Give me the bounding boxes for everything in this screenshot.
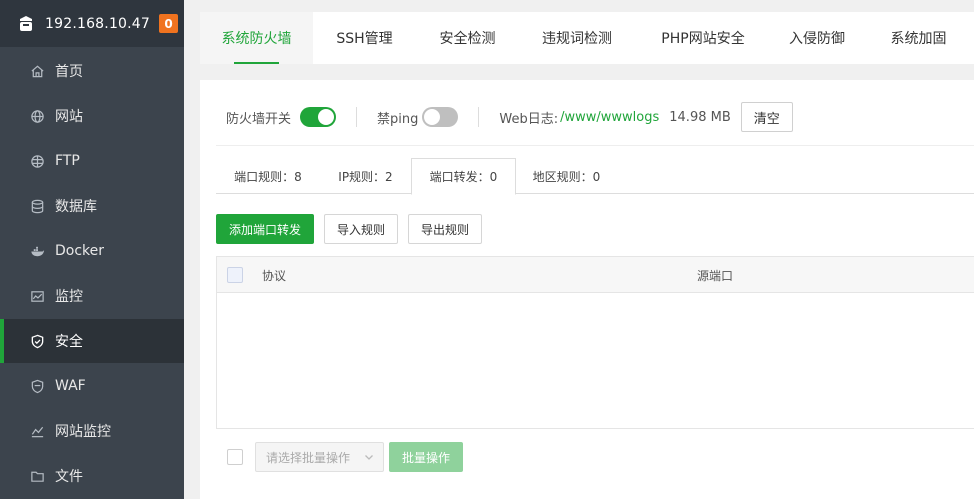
waf-shield-icon: [29, 378, 46, 395]
sidebar-item-label: FTP: [55, 153, 80, 169]
port-forward-table: 协议 源端口: [216, 256, 974, 429]
tab-system-hardening[interactable]: 系统加固: [863, 12, 974, 64]
divider: [356, 107, 358, 127]
import-rules-button[interactable]: 导入规则: [324, 214, 398, 244]
sidebar-item-database[interactable]: 数据库: [0, 184, 184, 228]
sidebar-item-label: 数据库: [55, 199, 97, 215]
chevron-down-icon: [363, 451, 375, 463]
web-log-label: Web日志:: [499, 111, 559, 127]
tab-php-site-security[interactable]: PHP网站安全: [635, 12, 771, 64]
sidebar-item-label: 首页: [55, 64, 83, 80]
sidebar-item-site-monitor[interactable]: 网站监控: [0, 409, 184, 453]
divider: [216, 145, 974, 146]
home-icon: [29, 63, 46, 80]
sidebar-item-label: 网站: [55, 109, 83, 125]
web-log-path-link[interactable]: /www/wwwlogs: [560, 110, 659, 125]
ping-toggle[interactable]: [422, 107, 459, 127]
tab-intrusion-prevention[interactable]: 入侵防御: [771, 12, 863, 64]
batch-select-checkbox[interactable]: [227, 449, 243, 465]
folder-icon: [29, 468, 46, 485]
monitor-chart-icon: [29, 288, 46, 305]
sidebar-item-label: WAF: [55, 378, 86, 394]
firewall-toggle[interactable]: [300, 107, 337, 127]
sidebar-item-label: 文件: [55, 469, 83, 485]
line-chart-icon: [29, 423, 46, 440]
ping-switch-label: 禁ping: [377, 111, 419, 127]
sidebar-item-files[interactable]: 文件: [0, 454, 184, 498]
add-port-forward-button[interactable]: 添加端口转发: [216, 214, 314, 244]
sidebar-item-label: Docker: [55, 243, 105, 259]
column-protocol[interactable]: 协议: [262, 267, 286, 284]
globe-icon: [29, 108, 46, 125]
firewall-panel: 防火墙开关 禁ping Web日志: /www/wwwlogs 14.98 MB…: [200, 80, 974, 499]
sidebar-item-waf[interactable]: WAF: [0, 364, 184, 408]
tab-port-rules[interactable]: 端口规则：8: [216, 158, 320, 194]
sidebar-item-label: 安全: [55, 334, 83, 350]
sidebar-item-website[interactable]: 网站: [0, 94, 184, 138]
sidebar-item-docker[interactable]: Docker: [0, 229, 184, 273]
sidebar: 192.168.10.47 0 首页 网站 FTP 数据库 Docker 监控 …: [0, 0, 184, 499]
tab-system-firewall[interactable]: 系统防火墙: [200, 12, 313, 64]
tab-port-forwarding[interactable]: 端口转发：0: [411, 158, 516, 195]
batch-operation-select[interactable]: 请选择批量操作: [255, 442, 384, 472]
tab-ssh-management[interactable]: SSH管理: [313, 12, 416, 64]
host-ip[interactable]: 192.168.10.47: [45, 16, 150, 32]
notification-badge[interactable]: 0: [159, 14, 178, 33]
top-tab-bar: 系统防火墙 SSH管理 安全检测 违规词检测 PHP网站安全 入侵防御 系统加固: [200, 12, 974, 64]
sidebar-header: 192.168.10.47 0: [0, 0, 184, 47]
ftp-globe-icon: [29, 153, 46, 170]
select-all-checkbox[interactable]: [227, 267, 243, 283]
sidebar-item-monitor[interactable]: 监控: [0, 274, 184, 318]
rule-tabs: 端口规则：8 IP规则：2 端口转发：0 地区规则：0: [216, 158, 974, 195]
database-icon: [29, 198, 46, 215]
firewall-toolbar: 防火墙开关 禁ping Web日志: /www/wwwlogs 14.98 MB…: [226, 102, 793, 132]
tab-security-check[interactable]: 安全检测: [416, 12, 519, 64]
divider: [478, 107, 480, 127]
table-header: 协议 源端口: [217, 257, 974, 293]
tab-ip-rules[interactable]: IP规则：2: [320, 158, 411, 194]
firewall-switch-label: 防火墙开关: [226, 111, 292, 127]
server-logo-icon: [17, 15, 35, 33]
column-source-port[interactable]: 源端口: [697, 267, 733, 284]
sidebar-item-home[interactable]: 首页: [0, 49, 184, 93]
clear-logs-button[interactable]: 清空: [740, 102, 793, 132]
sidebar-item-label: 监控: [55, 289, 83, 305]
shield-check-icon: [29, 333, 46, 350]
sidebar-item-ftp[interactable]: FTP: [0, 139, 184, 183]
sidebar-item-security[interactable]: 安全: [0, 319, 184, 363]
tab-banned-words[interactable]: 违规词检测: [519, 12, 635, 64]
sidebar-item-label: 网站监控: [55, 424, 111, 440]
tab-region-rules[interactable]: 地区规则：0: [516, 158, 617, 194]
web-log-size: 14.98 MB: [669, 109, 731, 125]
docker-icon: [29, 243, 46, 260]
batch-select-placeholder: 请选择批量操作: [266, 450, 351, 465]
export-rules-button[interactable]: 导出规则: [408, 214, 482, 244]
batch-operation-button[interactable]: 批量操作: [389, 442, 463, 472]
